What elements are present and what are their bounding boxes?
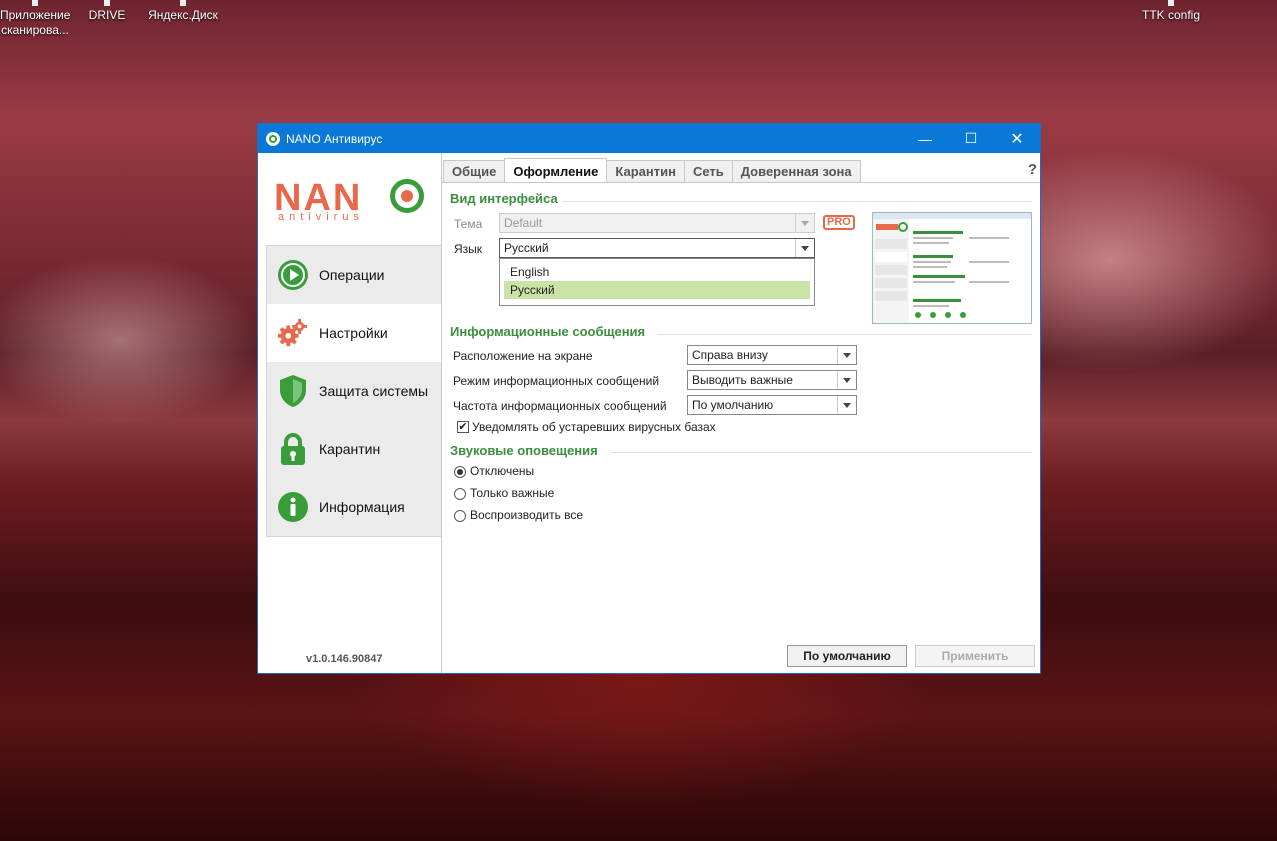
- title-bar[interactable]: NANO Антивирус — ☐ ✕: [258, 124, 1040, 153]
- sound-radio-all[interactable]: [454, 510, 466, 522]
- version-label: v1.0.146.90847: [306, 653, 383, 665]
- sidebar-item-information[interactable]: Информация: [267, 478, 442, 536]
- sound-option-label[interactable]: Отключены: [470, 464, 534, 478]
- sidebar-item-label: Настройки: [319, 325, 388, 341]
- section-divider: [610, 452, 1032, 453]
- theme-select: Default: [499, 213, 815, 233]
- message-mode-label: Режим информационных сообщений: [453, 374, 660, 388]
- tab-divider: [442, 182, 1040, 183]
- screen-position-select[interactable]: Справа внизу: [687, 345, 857, 365]
- screen-position-label: Расположение на экране: [453, 349, 593, 363]
- desktop-icon-label: сканирова...: [1, 23, 69, 37]
- chevron-down-icon[interactable]: [837, 346, 856, 364]
- chevron-down-icon: [795, 214, 814, 232]
- sidebar-item-system-protection[interactable]: Защита системы: [267, 362, 442, 420]
- desktop-icon-label: Яндекс.Диск: [148, 8, 218, 22]
- desktop-icon-drive[interactable]: DRIVE: [84, 0, 130, 23]
- nano-antivirus-window: NANO Антивирус — ☐ ✕ NAN antivirus Опера…: [257, 123, 1041, 674]
- chevron-down-icon[interactable]: [795, 239, 814, 257]
- settings-panel: Общие Оформление Карантин Сеть Доверенна…: [441, 153, 1041, 673]
- sidebar-item-label: Защита системы: [319, 383, 429, 399]
- play-icon: [277, 259, 309, 291]
- desktop-icon-scanner-app[interactable]: Приложение сканирова...: [0, 0, 71, 38]
- language-select[interactable]: Русский: [499, 238, 815, 258]
- sidebar-item-operations[interactable]: Операции: [267, 246, 442, 304]
- sound-option-label[interactable]: Воспроизводить все: [470, 508, 583, 522]
- desktop-icon-thumb: [180, 0, 186, 6]
- sidebar-item-label: Операции: [319, 267, 385, 283]
- tab-general[interactable]: Общие: [443, 160, 506, 183]
- section-divider: [562, 201, 1032, 202]
- tab-quarantine[interactable]: Карантин: [606, 160, 685, 183]
- apply-button[interactable]: Применить: [915, 645, 1035, 667]
- info-icon: [277, 491, 309, 523]
- sound-radio-off[interactable]: [454, 466, 466, 478]
- tab-network[interactable]: Сеть: [683, 160, 733, 183]
- language-label: Язык: [454, 242, 483, 256]
- section-interface-title: Вид интерфейса: [450, 191, 558, 206]
- theme-select-value: Default: [504, 216, 543, 230]
- minimize-button[interactable]: —: [902, 124, 948, 153]
- theme-label: Тема: [454, 217, 483, 231]
- sidebar-item-label: Карантин: [319, 441, 381, 457]
- maximize-button[interactable]: ☐: [948, 124, 994, 153]
- message-frequency-value: По умолчанию: [692, 398, 774, 412]
- defaults-button[interactable]: По умолчанию: [787, 645, 907, 667]
- section-sound-title: Звуковые оповещения: [450, 443, 598, 458]
- message-frequency-label: Частота информационных сообщений: [453, 399, 667, 413]
- theme-preview-image: [872, 212, 1032, 324]
- close-button[interactable]: ✕: [994, 124, 1040, 153]
- desktop-icon-thumb: [104, 0, 110, 6]
- section-info-messages-title: Информационные сообщения: [450, 324, 646, 339]
- logo-sub: antivirus: [278, 211, 364, 223]
- message-mode-select[interactable]: Выводить важные: [687, 370, 857, 390]
- language-dropdown: English Русский: [499, 258, 815, 306]
- sound-radio-important[interactable]: [454, 488, 466, 500]
- desktop-icon-ttk-config[interactable]: TTK config: [1138, 0, 1204, 23]
- window-title: NANO Антивирус: [286, 131, 383, 146]
- pro-badge: PRO: [823, 215, 855, 230]
- language-option-russian[interactable]: Русский: [504, 281, 810, 299]
- sidebar-item-settings[interactable]: Настройки: [267, 304, 442, 362]
- lock-icon: [277, 433, 309, 465]
- desktop-icon-label: TTK config: [1141, 8, 1201, 22]
- outdated-db-checkbox[interactable]: ✔: [457, 421, 469, 433]
- sidebar-nav: Операции Настройки Защита системы Карант…: [266, 245, 442, 537]
- help-icon[interactable]: ?: [1028, 161, 1037, 178]
- language-option-english[interactable]: English: [504, 263, 810, 281]
- preview-thumbnail: [873, 219, 1009, 323]
- desktop-icon-thumb: [32, 0, 38, 6]
- screen-position-value: Справа внизу: [692, 348, 768, 362]
- sound-option-label[interactable]: Только важные: [470, 486, 554, 500]
- language-select-value: Русский: [504, 241, 549, 255]
- app-icon: [266, 131, 280, 146]
- message-mode-value: Выводить важные: [692, 373, 793, 387]
- tab-bar: Общие Оформление Карантин Сеть Доверенна…: [443, 158, 861, 183]
- desktop-icon-thumb: [1168, 0, 1174, 6]
- section-divider: [657, 334, 1032, 335]
- sidebar: NAN antivirus Операции Настройки Защита …: [258, 153, 442, 673]
- chevron-down-icon[interactable]: [837, 371, 856, 389]
- chevron-down-icon[interactable]: [837, 396, 856, 414]
- sidebar-item-quarantine[interactable]: Карантин: [267, 420, 442, 478]
- shield-icon: [277, 375, 309, 407]
- sidebar-item-label: Информация: [319, 499, 405, 515]
- nano-logo: NAN antivirus: [274, 177, 424, 227]
- tab-trusted-zone[interactable]: Доверенная зона: [731, 160, 861, 183]
- desktop-icon-yandex-disk[interactable]: Яндекс.Диск: [145, 0, 221, 23]
- desktop-icon-label: DRIVE: [88, 8, 126, 22]
- gears-icon: [277, 317, 309, 349]
- logo-ring-icon: [390, 179, 424, 213]
- desktop-icon-label: Приложение: [0, 8, 71, 22]
- message-frequency-select[interactable]: По умолчанию: [687, 395, 857, 415]
- tab-appearance[interactable]: Оформление: [504, 158, 608, 183]
- outdated-db-label[interactable]: Уведомлять об устаревших вирусных базах: [472, 420, 716, 434]
